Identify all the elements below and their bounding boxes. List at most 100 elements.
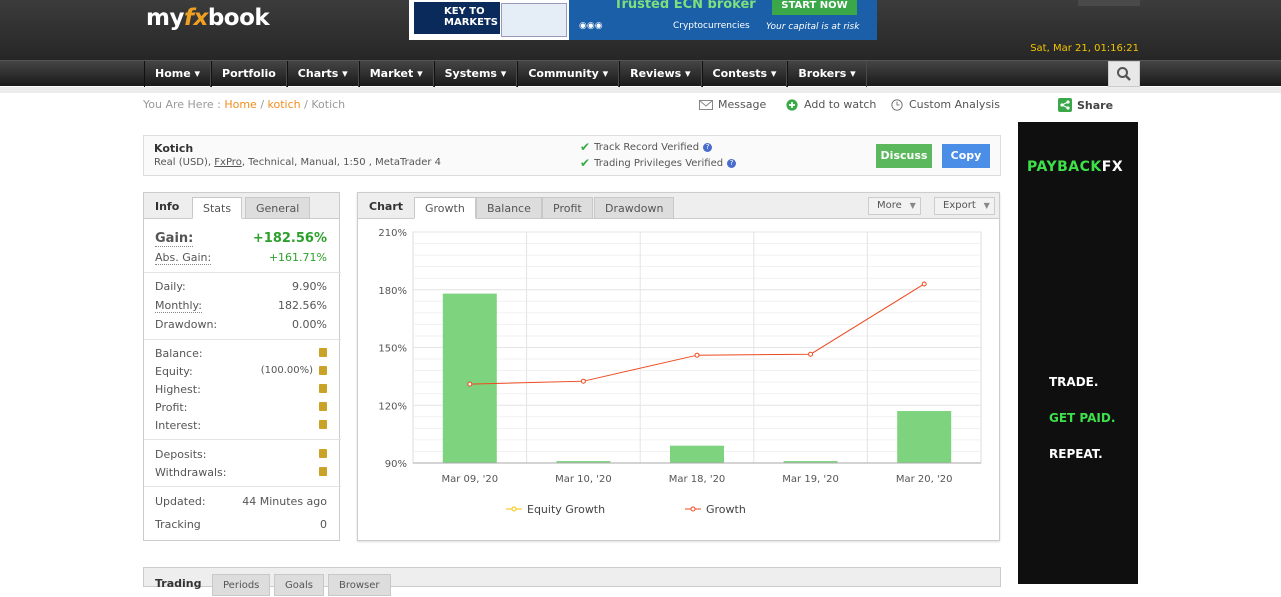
- gain-row: Gain: +182.56%: [155, 231, 327, 247]
- account-name: Kotich: [154, 142, 194, 155]
- banner-brand-area: KEY TO MARKETS: [409, 0, 569, 40]
- breadcrumb-prefix: You Are Here :: [143, 98, 221, 111]
- balance-label: Balance:: [155, 347, 203, 360]
- x-tick-label: Mar 09, '20: [441, 474, 498, 485]
- account-description: Real (USD), FxPro, Technical, Manual, 1:…: [154, 157, 441, 168]
- tab-browser[interactable]: Browser: [328, 574, 391, 596]
- account-type: Real (USD),: [154, 157, 212, 168]
- highest-row: Highest:: [155, 383, 327, 396]
- nav-portfolio[interactable]: Portfolio: [211, 61, 287, 87]
- divider: [144, 339, 341, 340]
- abs-gain-value: +161.71%: [268, 251, 327, 264]
- daily-row: Daily: 9.90%: [155, 280, 327, 293]
- interest-row: Interest:: [155, 419, 327, 432]
- server-datetime: Sat, Mar 21, 01:16:21: [1030, 43, 1139, 54]
- equity-label: Equity:: [155, 365, 193, 378]
- equity-value: (100.00%): [260, 365, 313, 376]
- point-growth: [808, 351, 814, 357]
- profit-label: Profit:: [155, 401, 188, 414]
- message-label: Message: [718, 98, 767, 111]
- tab-stats[interactable]: Stats: [192, 197, 243, 219]
- banner-risk: Your capital is at risk: [766, 22, 860, 32]
- nav-charts[interactable]: Charts ▾: [286, 61, 359, 87]
- nav-shadow: [0, 87, 1281, 93]
- plus-circle-icon: [786, 98, 798, 111]
- custom-analysis-action[interactable]: Custom Analysis: [890, 98, 1000, 111]
- trading-panel: Trading Periods Goals Browser: [143, 567, 1001, 596]
- more-dropdown[interactable]: More: [868, 197, 921, 215]
- nav-home[interactable]: Home ▾: [144, 61, 212, 87]
- track-record-verified: ✔ Track Record Verified ?: [580, 140, 713, 154]
- nav-market[interactable]: Market ▾: [358, 61, 434, 87]
- breadcrumb: You Are Here : Home / kotich / Kotich: [143, 98, 345, 111]
- message-action[interactable]: Message: [699, 98, 766, 111]
- copy-button[interactable]: Copy: [942, 144, 990, 168]
- payback-fx-ad[interactable]: PAYBACKFX TRADE. GET PAID. REPEAT.: [1018, 122, 1138, 584]
- nav-brokers[interactable]: Brokers ▾: [787, 61, 867, 87]
- point-growth: [467, 381, 473, 387]
- login-strip[interactable]: [1078, 0, 1140, 6]
- updated-label: Updated:: [155, 495, 206, 508]
- highest-label: Highest:: [155, 383, 201, 396]
- search-button[interactable]: [1108, 61, 1140, 87]
- banner-start-button[interactable]: START NOW: [772, 0, 857, 15]
- tab-general[interactable]: General: [245, 197, 311, 219]
- ad-brand: PAYBACKFX: [1027, 159, 1123, 175]
- lock-icon: [319, 420, 327, 429]
- add-to-watch-action[interactable]: Add to watch: [785, 98, 876, 111]
- broker-link[interactable]: FxPro: [214, 157, 242, 168]
- legend-equity-growth-marker: [511, 506, 517, 512]
- divider: [144, 439, 341, 440]
- help-icon[interactable]: ?: [703, 142, 713, 152]
- interest-label: Interest:: [155, 419, 202, 432]
- ad-line-get-paid: GET PAID.: [1049, 411, 1116, 425]
- share-label: Share: [1077, 98, 1114, 112]
- tab-balance[interactable]: Balance: [476, 197, 542, 219]
- lock-icon: [319, 449, 327, 458]
- share-action[interactable]: Share: [1058, 98, 1113, 112]
- check-icon: ✔: [580, 156, 591, 170]
- daily-label: Daily:: [155, 280, 186, 293]
- point-growth: [694, 352, 700, 358]
- growth-chart: 90% 120% 150% 180% 210% Mar 09, '20 Mar 10, '2…: [378, 228, 982, 516]
- banner-headline: Trusted ECN broker: [614, 0, 756, 12]
- bar-equity-growth: [897, 411, 952, 463]
- y-tick-label: 120%: [378, 401, 407, 412]
- nav-contests[interactable]: Contests ▾: [701, 61, 788, 87]
- monthly-value: 182.56%: [278, 299, 327, 312]
- nav-systems[interactable]: Systems ▾: [433, 61, 518, 87]
- divider: [144, 486, 341, 487]
- lock-icon: [319, 402, 327, 411]
- tab-profit[interactable]: Profit: [542, 197, 593, 219]
- y-tick-label: 180%: [378, 286, 407, 297]
- chart-tabs: Chart Growth Balance Profit Drawdown Mor…: [358, 193, 999, 219]
- updated-row: Updated: 44 Minutes ago: [155, 495, 327, 508]
- x-tick-label: Mar 19, '20: [782, 474, 839, 485]
- deposits-row: Deposits:: [155, 448, 327, 461]
- discuss-button[interactable]: Discuss: [876, 144, 932, 168]
- deposits-label: Deposits:: [155, 448, 207, 461]
- lock-icon: [319, 348, 327, 357]
- bar-equity-growth: [442, 293, 497, 463]
- tracking-label: Tracking: [155, 518, 201, 531]
- myfxbook-logo[interactable]: myfxbook: [146, 5, 270, 31]
- info-panel: Info Stats General Gain: +182.56% Abs. Ga…: [143, 192, 341, 541]
- nav-reviews[interactable]: Reviews ▾: [619, 61, 702, 87]
- tab-drawdown[interactable]: Drawdown: [594, 197, 675, 219]
- tab-growth[interactable]: Growth: [414, 197, 476, 219]
- nav-community[interactable]: Community ▾: [517, 61, 620, 87]
- tab-periods[interactable]: Periods: [212, 574, 271, 596]
- breadcrumb-user[interactable]: kotich: [268, 98, 301, 111]
- equity-row: Equity: (100.00%): [155, 365, 327, 378]
- tab-goals[interactable]: Goals: [274, 574, 324, 596]
- banner-screenshot-image: [501, 3, 567, 37]
- y-tick-label: 150%: [378, 344, 407, 355]
- breadcrumb-home[interactable]: Home: [224, 98, 256, 111]
- ad-brand-name: PAYBACK: [1027, 159, 1102, 175]
- lock-icon: [319, 384, 327, 393]
- help-icon[interactable]: ?: [727, 158, 737, 168]
- export-dropdown[interactable]: Export: [934, 197, 995, 215]
- legend-equity-growth: Equity Growth: [527, 503, 605, 516]
- ad-banner[interactable]: KEY TO MARKETS Trusted ECN broker ◉◉◉ Cr…: [409, 0, 877, 40]
- y-tick-label: 90%: [385, 459, 407, 470]
